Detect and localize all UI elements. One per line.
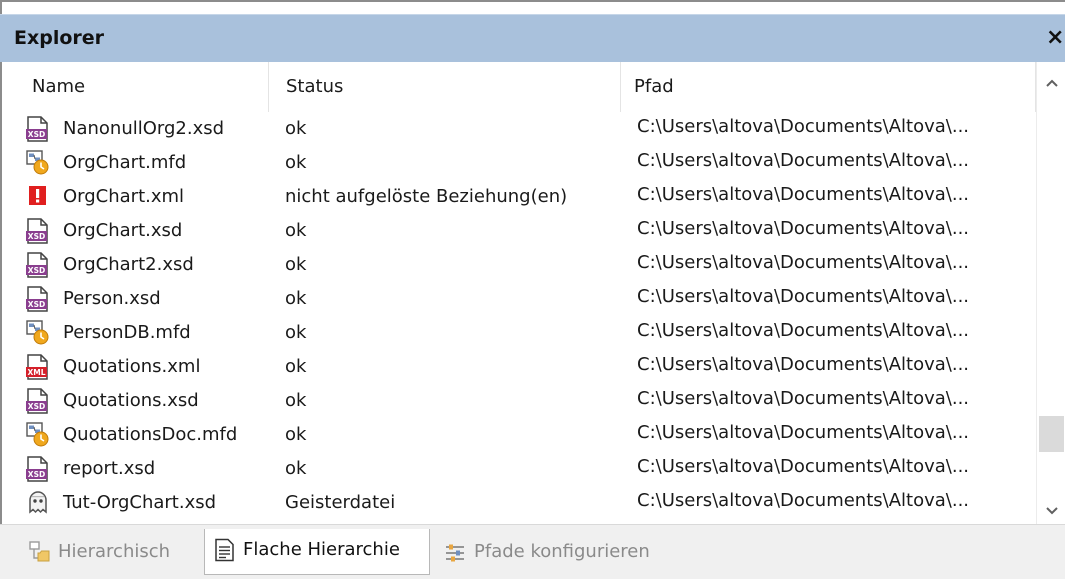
table-row[interactable]: XML Quotations.xml ok C:\Users\altova\Do… [14,350,1036,384]
scrollbar-thumb[interactable] [1039,416,1064,452]
table-row[interactable]: XSD Quotations.xsd ok C:\Users\altova\Do… [14,384,1036,418]
table-row[interactable]: OrgChart.xml nicht aufgelöste Beziehung(… [14,180,1036,214]
svg-text:XSD: XSD [28,470,45,479]
column-header-name[interactable]: Name [14,62,269,112]
xsd-file-icon: XSD [26,252,50,278]
xsd-file-icon: XSD [26,218,50,244]
tab-pfade-konfigurieren[interactable]: Pfade konfigurieren [436,531,700,573]
svg-text:XSD: XSD [28,266,45,275]
xml-file-icon: XML [26,354,50,380]
table-row[interactable]: PersonDB.mfd ok C:\Users\altova\Document… [14,316,1036,350]
file-name: OrgChart.mfd [63,152,187,173]
file-path: C:\Users\altova\Documents\Altova\... [637,388,970,409]
xsd-file-icon: XSD [26,286,50,312]
file-name: Person.xsd [63,288,161,309]
column-header-status[interactable]: Status [269,62,621,112]
ghost-file-icon [26,490,50,516]
svg-text:XSD: XSD [28,402,45,411]
file-status: ok [285,424,307,445]
hierarchy-icon [28,540,52,564]
xsd-file-icon: XSD [26,388,50,414]
file-status: ok [285,118,307,139]
svg-text:XSD: XSD [28,232,45,241]
file-status: ok [285,322,307,343]
file-path: C:\Users\altova\Documents\Altova\... [637,456,970,477]
column-header-row: Name Status Pfad [14,62,1036,112]
mfd-file-icon [26,320,50,346]
file-status: ok [285,356,307,377]
file-path: C:\Users\altova\Documents\Altova\... [637,422,970,443]
file-name: OrgChart.xsd [63,220,183,241]
table-row[interactable]: XSD NanonullOrg2.xsd ok C:\Users\altova\… [14,112,1036,146]
file-status: ok [285,288,307,309]
file-path: C:\Users\altova\Documents\Altova\... [637,218,970,239]
file-path: C:\Users\altova\Documents\Altova\... [637,252,970,273]
file-status: ok [285,390,307,411]
file-name: OrgChart.xml [63,186,185,207]
view-tab-bar: Hierarchisch Flache Hierarchie Pfade kon… [0,524,1065,579]
tab-label: Hierarchisch [58,541,171,562]
table-row[interactable]: XSD OrgChart2.xsd ok C:\Users\altova\Doc… [14,248,1036,282]
file-path: C:\Users\altova\Documents\Altova\... [637,150,970,171]
explorer-title-bar: Explorer × [0,14,1065,62]
tab-label: Flache Hierarchie [243,539,400,560]
svg-text:XSD: XSD [28,130,45,139]
file-name: Quotations.xsd [63,390,199,411]
tab-hierarchisch[interactable]: Hierarchisch [20,531,202,573]
file-status: Geisterdatei [285,492,396,513]
scroll-up-arrow-icon[interactable] [1044,76,1060,92]
column-header-path[interactable]: Pfad [621,62,1036,112]
file-name: NanonullOrg2.xsd [63,118,225,139]
table-row[interactable]: Tut-OrgChart.xsd Geisterdatei C:\Users\a… [14,486,1036,520]
file-path: C:\Users\altova\Documents\Altova\... [637,320,970,341]
file-path: C:\Users\altova\Documents\Altova\... [637,490,970,511]
file-name: QuotationsDoc.mfd [63,424,238,445]
configure-paths-icon [444,540,468,564]
error-icon [26,184,50,210]
vertical-scrollbar[interactable] [1036,62,1065,524]
file-status: ok [285,254,307,275]
panel-title: Explorer [14,27,105,49]
close-button[interactable]: × [1046,25,1064,50]
file-status: ok [285,458,307,479]
file-path: C:\Users\altova\Documents\Altova\... [637,184,970,205]
mfd-file-icon [26,422,50,448]
table-row[interactable]: OrgChart.mfd ok C:\Users\altova\Document… [14,146,1036,180]
file-path: C:\Users\altova\Documents\Altova\... [637,286,970,307]
file-name: OrgChart2.xsd [63,254,194,275]
file-name: report.xsd [63,458,156,479]
xsd-file-icon: XSD [26,116,50,142]
scroll-down-arrow-icon[interactable] [1044,502,1060,518]
tab-flache-hierarchie[interactable]: Flache Hierarchie [204,529,430,575]
xsd-file-icon: XSD [26,456,50,482]
mfd-file-icon [26,150,50,176]
svg-text:XML: XML [27,368,45,377]
file-path: C:\Users\altova\Documents\Altova\... [637,354,970,375]
table-row[interactable]: XSD Person.xsd ok C:\Users\altova\Docume… [14,282,1036,316]
file-status: nicht aufgelöste Beziehung(en) [285,186,568,207]
file-path: C:\Users\altova\Documents\Altova\... [637,116,970,137]
file-name: PersonDB.mfd [63,322,191,343]
file-list: XSD NanonullOrg2.xsd ok C:\Users\altova\… [14,112,1036,524]
flat-list-icon [213,538,237,562]
table-row[interactable]: QuotationsDoc.mfd ok C:\Users\altova\Doc… [14,418,1036,452]
file-name: Tut-OrgChart.xsd [63,492,217,513]
tab-label: Pfade konfigurieren [474,541,650,562]
table-row[interactable]: XSD OrgChart.xsd ok C:\Users\altova\Docu… [14,214,1036,248]
file-status: ok [285,220,307,241]
svg-text:XSD: XSD [28,300,45,309]
file-name: Quotations.xml [63,356,201,377]
table-row[interactable]: XSD report.xsd ok C:\Users\altova\Docume… [14,452,1036,486]
file-status: ok [285,152,307,173]
